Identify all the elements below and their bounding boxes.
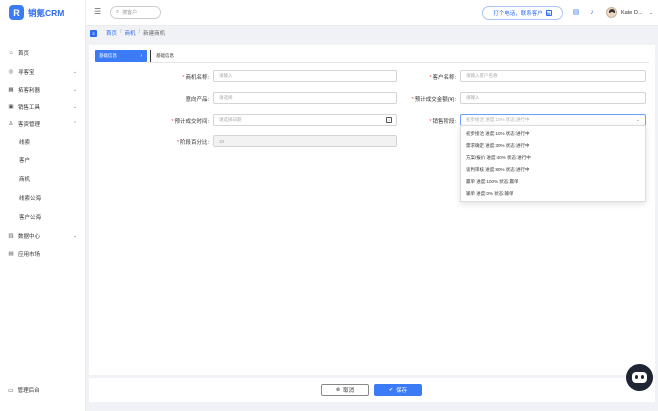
assistant-bot-button[interactable] — [626, 364, 653, 391]
tab-basic-info[interactable]: 基础信息 › — [95, 50, 147, 62]
expected-amount-label: *预计成交金额(¥): — [411, 97, 456, 103]
call-customer-button[interactable]: 打个电话，联系客户 ▦ — [482, 6, 563, 20]
close-circle-icon: ⊗ — [335, 387, 341, 393]
stage-option[interactable]: 初步接洽 进度:10% 状态:进行中 — [461, 128, 645, 140]
sidebar-item-label: 寻客宝 — [18, 70, 35, 76]
grid-icon: ▦ — [8, 87, 14, 93]
call-button-label: 打个电话，联系客户 — [493, 11, 543, 17]
sidebar-item-label: 销售工具 — [18, 105, 41, 111]
customer-name-label: *客户名称: — [429, 75, 456, 81]
sales-stage-dropdown: 初步接洽 进度:10% 状态:进行中 需求确定 进度:30% 状态:进行中 方案… — [460, 125, 646, 202]
top-header: ☰ ⌕ 搜客户 打个电话，联系客户 ▦ ▤ ♪ Kate D... ⌄ — [86, 0, 658, 26]
sidebar-subitem-leads[interactable]: 线索 — [19, 136, 30, 148]
breadcrumb-separator: / — [120, 29, 122, 35]
clipboard-icon[interactable]: ▤ — [572, 9, 580, 17]
console-icon: ▭ — [8, 387, 14, 394]
form-panel: 基础信息 › 基础信息 *商机名称: 请输入 *客户名称: 请输入客户名称 意向… — [89, 45, 655, 375]
stage-placeholder: 初步接洽 进度:10% 状态:进行中 — [466, 117, 530, 122]
sidebar-item-xunkebao[interactable]: ◎ 寻客宝 ⌄ — [0, 66, 86, 78]
sidebar-item-label: 数据中心 — [18, 234, 41, 240]
sidebar-item-customer-mgmt[interactable]: ♙ 客资管理 ⌃ — [0, 118, 86, 130]
form-footer: ⊗ 取消 ✔ 保存 — [89, 378, 655, 402]
section-title: 基础信息 — [156, 53, 174, 58]
stage-percent-input: 10 — [213, 135, 397, 147]
chevron-down-icon: ⌄ — [72, 87, 77, 93]
sidebar-item-label: 拓客利器 — [18, 88, 41, 94]
sales-stage-label: *销售阶段: — [429, 119, 456, 125]
robot-icon — [632, 372, 647, 383]
expected-amount-input[interactable]: 请输入 — [460, 92, 646, 104]
product-select[interactable]: 请选择 — [213, 92, 397, 104]
sidebar-subitem-customer-pool[interactable]: 客户公海 — [19, 211, 41, 223]
briefcase-icon: ▣ — [8, 104, 14, 110]
product-label: 意向产品: — [185, 97, 209, 103]
stage-option[interactable]: 方案/报价 进度:40% 状态:进行中 — [461, 152, 645, 164]
customer-name-input[interactable]: 请输入客户名称 — [460, 70, 646, 82]
breadcrumb-home[interactable]: 首页 — [106, 29, 117, 37]
search-input[interactable]: ⌕ 搜客户 — [110, 6, 161, 19]
sidebar-subitem-lead-pool[interactable]: 线索公海 — [19, 192, 41, 204]
app-name: 销氪CRM — [28, 7, 65, 18]
chevron-down-icon: ⌄ — [72, 69, 77, 75]
cancel-label: 取消 — [343, 388, 355, 394]
expected-date-picker[interactable]: 请选择日期 ▪ — [213, 114, 397, 126]
app-logo[interactable]: R 销氪CRM — [9, 5, 64, 20]
user-icon: ♙ — [8, 121, 14, 127]
section-underline — [147, 62, 649, 63]
chart-icon: ▥ — [8, 233, 14, 239]
sidebar-item-label: 客资管理 — [18, 122, 41, 128]
sidebar: R 销氪CRM ⌂ 首页 ◎ 寻客宝 ⌄ ▦ 拓客利器 ⌄ ▣ 销售工具 ⌄ ♙… — [0, 0, 86, 411]
breadcrumb-parent[interactable]: 商机 — [125, 29, 136, 37]
bell-icon[interactable]: ♪ — [588, 9, 596, 17]
menu-collapse-icon[interactable]: ☰ — [94, 8, 102, 16]
breadcrumb: ≡ 首页 / 商机 / 新建商机 — [86, 26, 658, 40]
admin-console-link[interactable]: ▭ 管理后台 — [8, 386, 40, 395]
cancel-button[interactable]: ⊗ 取消 — [321, 384, 369, 396]
expected-date-label: *预计成交时间: — [171, 119, 209, 125]
calendar-icon[interactable]: ▪ — [386, 117, 392, 123]
target-icon: ◎ — [8, 69, 14, 75]
sidebar-subitem-opportunities[interactable]: 商机 — [19, 173, 30, 185]
opportunity-name-label: *商机名称: — [182, 75, 209, 81]
sidebar-item-label: 首页 — [18, 51, 30, 57]
stage-percent-label: *阶段百分比: — [176, 140, 209, 146]
date-placeholder: 请选择日期 — [219, 117, 242, 122]
home-icon: ⌂ — [9, 50, 13, 56]
save-button[interactable]: ✔ 保存 — [374, 384, 422, 396]
admin-label: 管理后台 — [17, 388, 40, 394]
logo-icon: R — [9, 5, 24, 20]
sidebar-toggle-icon[interactable]: ≡ — [90, 29, 97, 37]
stage-option[interactable]: 赢单 进度:100% 状态:赢单 — [461, 176, 645, 188]
stage-option[interactable]: 需求确定 进度:30% 状态:进行中 — [461, 140, 645, 152]
breadcrumb-current: 新建商机 — [143, 31, 166, 37]
sidebar-item-label: 应用市场 — [18, 252, 41, 258]
search-icon: ⌕ — [116, 9, 120, 15]
sidebar-item-sales-tools[interactable]: ▣ 销售工具 ⌄ — [0, 101, 86, 113]
sidebar-item-app-market[interactable]: ▤ 应用市场 — [0, 248, 86, 260]
stage-option[interactable]: 谈判审核 进度:80% 状态:进行中 — [461, 164, 645, 176]
chevron-down-icon[interactable]: ⌄ — [649, 10, 653, 16]
chevron-down-icon: ⌄ — [635, 117, 640, 123]
sidebar-item-data-center[interactable]: ▥ 数据中心 ⌄ — [0, 230, 86, 242]
sidebar-item-home[interactable]: ⌂ 首页 — [0, 47, 86, 59]
avatar[interactable] — [606, 7, 617, 18]
search-placeholder: 搜客户 — [122, 10, 138, 16]
section-divider — [150, 50, 151, 62]
opportunity-name-input[interactable]: 请输入 — [213, 70, 397, 82]
dialpad-icon: ▦ — [545, 10, 552, 16]
sidebar-item-tuokeliqi[interactable]: ▦ 拓客利器 ⌄ — [0, 84, 86, 96]
chevron-right-icon: › — [140, 53, 142, 59]
chevron-up-icon: ⌃ — [72, 121, 77, 127]
tab-label: 基础信息 — [99, 53, 117, 58]
breadcrumb-separator: / — [138, 29, 141, 35]
apps-icon: ▤ — [8, 251, 14, 257]
chevron-down-icon: ⌄ — [72, 233, 77, 239]
stage-option[interactable]: 输单 进度:0% 状态:输单 — [461, 188, 645, 200]
chevron-down-icon: ⌄ — [72, 104, 77, 110]
sidebar-subitem-customers[interactable]: 客户 — [19, 154, 30, 166]
user-name[interactable]: Kate D... — [621, 10, 642, 16]
save-label: 保存 — [396, 388, 408, 394]
check-circle-icon: ✔ — [388, 387, 394, 393]
